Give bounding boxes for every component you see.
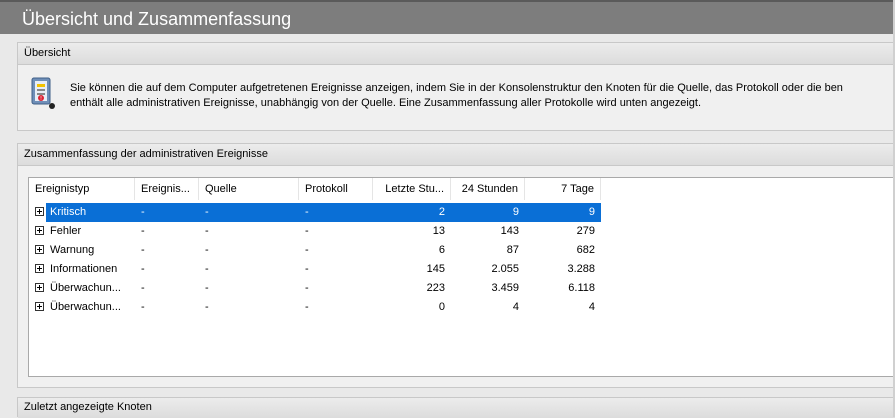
cell-24h: 143 xyxy=(500,225,519,237)
overview-text-line2: enthält alle administrativen Ereignisse,… xyxy=(70,97,702,109)
cell-24h: 4 xyxy=(512,301,519,313)
cell-source: - xyxy=(205,244,209,256)
cell-type: Überwachun... xyxy=(50,282,121,294)
cell-last-hour: 223 xyxy=(426,282,445,294)
column-header-event-id[interactable]: Ereignis... xyxy=(135,178,199,200)
cell-log: - xyxy=(305,301,309,313)
expand-icon[interactable] xyxy=(35,207,44,216)
cell-last-hour: 6 xyxy=(438,244,445,256)
cell-source: - xyxy=(205,225,209,237)
event-summary-table[interactable]: Ereignistyp Ereignis... Quelle Protokoll… xyxy=(28,177,894,377)
cell-7d: 9 xyxy=(525,203,601,222)
svg-text:!: ! xyxy=(40,96,42,102)
recent-nodes-header[interactable]: Zuletzt angezeigte Knoten xyxy=(18,398,895,418)
cell-log: - xyxy=(305,225,309,237)
cell-source: - xyxy=(205,282,209,294)
cell-type: Informationen xyxy=(50,263,118,275)
cell-type: Fehler xyxy=(50,225,82,237)
table-row[interactable]: Überwachun... - - - 0 4 4 xyxy=(29,298,893,317)
cell-event-id: - xyxy=(141,282,145,294)
cell-type: Warnung xyxy=(50,244,95,256)
table-row[interactable]: Überwachun... - - - 223 3.459 6.118 xyxy=(29,279,893,298)
cell-7d: 4 xyxy=(588,301,595,313)
cell-7d: 682 xyxy=(576,244,595,256)
summary-header-label: Zusammenfassung der administrativen Erei… xyxy=(24,148,268,160)
cell-source: - xyxy=(205,301,209,313)
column-header-source[interactable]: Quelle xyxy=(199,178,299,200)
cell-24h: 87 xyxy=(506,244,519,256)
table-header: Ereignistyp Ereignis... Quelle Protokoll… xyxy=(29,178,893,202)
cell-event-id: - xyxy=(135,203,199,222)
cell-event-id: - xyxy=(141,301,145,313)
cell-24h: 2.055 xyxy=(491,263,519,275)
cell-log: - xyxy=(299,203,373,222)
column-header-log[interactable]: Protokoll xyxy=(299,178,373,200)
expand-icon[interactable] xyxy=(35,283,44,292)
cell-7d: 3.288 xyxy=(567,263,595,275)
cell-event-id: - xyxy=(141,263,145,275)
page-title: Übersicht und Zusammenfassung xyxy=(22,9,292,29)
column-header-type[interactable]: Ereignistyp xyxy=(29,178,135,200)
overview-section: Übersicht ! Sie können die auf dem Compu… xyxy=(17,42,895,131)
cell-type: Kritisch xyxy=(46,203,135,222)
cell-24h: 9 xyxy=(451,203,525,222)
cell-source: - xyxy=(205,263,209,275)
cell-log: - xyxy=(305,263,309,275)
overview-body: ! Sie können die auf dem Computer aufget… xyxy=(18,65,895,131)
recent-nodes-header-label: Zuletzt angezeigte Knoten xyxy=(24,401,152,413)
column-header-24h[interactable]: 24 Stunden xyxy=(451,178,525,200)
recent-nodes-section: Zuletzt angezeigte Knoten xyxy=(17,397,895,418)
summary-section: Zusammenfassung der administrativen Erei… xyxy=(17,143,895,388)
column-header-last-hour[interactable]: Letzte Stu... xyxy=(373,178,451,200)
table-row[interactable]: Warnung - - - 6 87 682 xyxy=(29,241,893,260)
cell-7d: 6.118 xyxy=(568,282,595,294)
summary-header[interactable]: Zusammenfassung der administrativen Erei… xyxy=(18,144,895,166)
event-viewer-icon: ! xyxy=(31,77,55,109)
overview-text: Sie können die auf dem Computer aufgetre… xyxy=(70,81,895,111)
expand-icon[interactable] xyxy=(35,302,44,311)
cell-24h: 3.459 xyxy=(491,282,519,294)
overview-header-label: Übersicht xyxy=(24,47,71,59)
cell-7d: 279 xyxy=(576,225,595,237)
expand-icon[interactable] xyxy=(35,245,44,254)
table-row[interactable]: Fehler - - - 13 143 279 xyxy=(29,222,893,241)
overview-header[interactable]: Übersicht xyxy=(18,43,895,65)
window-title-bar: Übersicht und Zusammenfassung xyxy=(0,0,895,34)
table-row[interactable]: Informationen - - - 145 2.055 3.288 xyxy=(29,260,893,279)
expand-icon[interactable] xyxy=(35,226,44,235)
cell-last-hour: 0 xyxy=(438,301,445,313)
column-header-7d[interactable]: 7 Tage xyxy=(525,178,601,200)
cell-log: - xyxy=(305,282,309,294)
cell-type: Überwachun... xyxy=(50,301,121,313)
cell-log: - xyxy=(305,244,309,256)
cell-last-hour: 2 xyxy=(373,203,451,222)
cell-last-hour: 145 xyxy=(426,263,445,275)
cell-last-hour: 13 xyxy=(432,225,445,237)
overview-text-line1: Sie können die auf dem Computer aufgetre… xyxy=(70,82,843,94)
cell-source: - xyxy=(199,203,299,222)
expand-icon[interactable] xyxy=(35,264,44,273)
cell-event-id: - xyxy=(141,244,145,256)
table-row[interactable]: Kritisch - - - 2 9 9 xyxy=(29,203,893,222)
cell-event-id: - xyxy=(141,225,145,237)
